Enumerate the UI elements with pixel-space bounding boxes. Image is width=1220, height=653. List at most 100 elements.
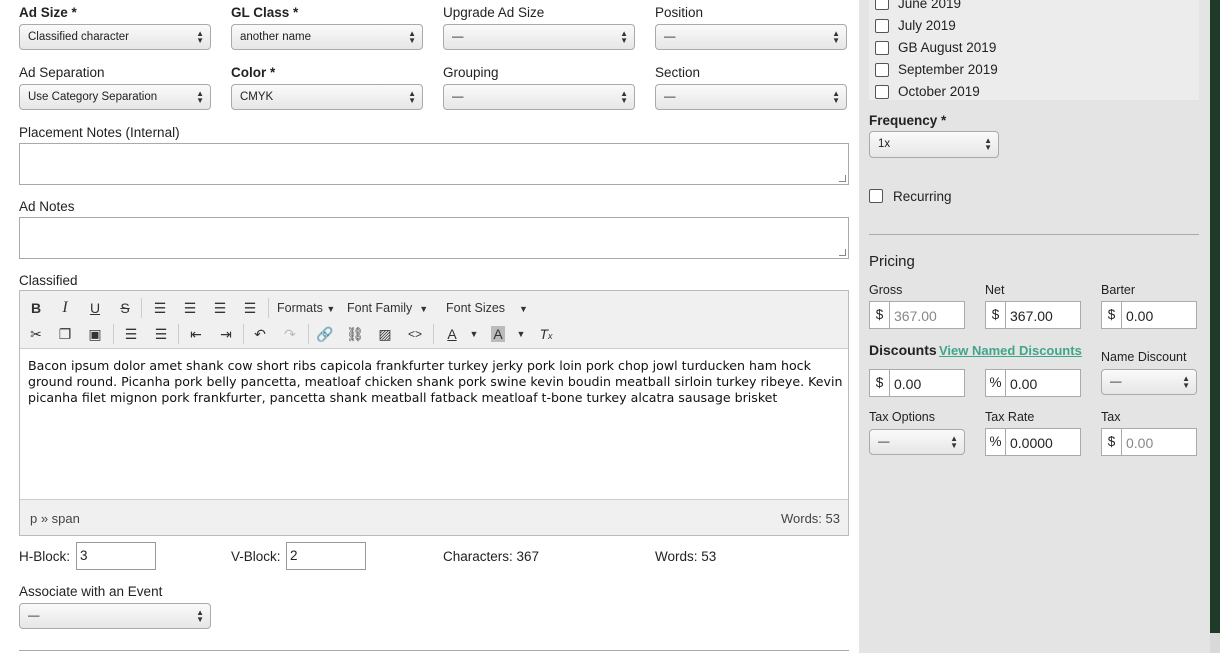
select-arrows-icon: ▲ ▼: [408, 89, 416, 105]
font-family-dropdown[interactable]: Font Family ▼: [347, 301, 428, 315]
outdent-icon[interactable]: ⇤: [185, 323, 207, 345]
strikethrough-icon[interactable]: S: [114, 297, 136, 319]
section-value: —: [664, 91, 676, 103]
net-field[interactable]: $ 367.00: [985, 301, 1081, 329]
align-right-icon[interactable]: ☰: [209, 297, 231, 319]
gl-class-select[interactable]: another name ▲ ▼: [231, 24, 423, 50]
pricing-title: Pricing: [869, 253, 915, 270]
select-arrows-icon: ▲ ▼: [620, 89, 628, 105]
frequency-select[interactable]: 1x ▲ ▼: [869, 131, 999, 158]
underline-icon[interactable]: U: [84, 297, 106, 319]
select-arrows-icon: ▲ ▼: [620, 29, 628, 45]
align-justify-icon[interactable]: ☰: [239, 297, 261, 319]
tax-rate-field[interactable]: % 0.0000: [985, 428, 1081, 456]
formats-dropdown[interactable]: Formats ▼: [277, 301, 335, 315]
toolbar-divider: [178, 324, 179, 344]
discount-amount-field[interactable]: $ 0.00: [869, 369, 965, 397]
view-named-discounts-link[interactable]: View Named Discounts: [939, 343, 1082, 358]
unlink-icon[interactable]: ⛓: [344, 323, 366, 345]
bullet-list-icon[interactable]: ☰: [120, 323, 142, 345]
clear-formatting-icon[interactable]: Tx: [535, 323, 557, 345]
position-select[interactable]: — ▲ ▼: [655, 24, 847, 50]
ad-details-form: Ad Size * Classified character ▲ ▼ GL Cla…: [0, 0, 859, 653]
cut-icon[interactable]: ✂: [25, 323, 47, 345]
recurring-checkbox[interactable]: [869, 189, 883, 203]
caret-down-icon[interactable]: ▼: [510, 323, 532, 345]
discount-percent-value: 0.00: [1010, 376, 1038, 392]
grouping-label: Grouping: [443, 65, 499, 80]
indent-icon[interactable]: ⇥: [215, 323, 237, 345]
background-color-icon[interactable]: A: [491, 326, 505, 342]
ad-separation-select[interactable]: Use Category Separation ▲ ▼: [19, 84, 211, 110]
italic-icon[interactable]: I: [54, 297, 76, 319]
tax-options-label: Tax Options: [869, 410, 936, 424]
frequency-value: 1x: [878, 138, 891, 150]
toolbar-divider: [433, 324, 434, 344]
month-checkbox[interactable]: [875, 85, 889, 99]
percent-prefix: %: [986, 429, 1006, 455]
caret-down-icon[interactable]: ▼: [463, 323, 485, 345]
hblock-label: H-Block:: [19, 549, 71, 564]
month-checkbox[interactable]: [875, 19, 889, 33]
paste-icon[interactable]: ▣: [84, 323, 106, 345]
align-left-icon[interactable]: ☰: [149, 297, 171, 319]
code-icon[interactable]: <>: [404, 323, 426, 345]
gross-field[interactable]: $ 367.00: [869, 301, 965, 329]
font-sizes-dropdown[interactable]: Font Sizes ▼: [446, 301, 528, 315]
tax-field[interactable]: $ 0.00: [1101, 428, 1197, 456]
redo-icon[interactable]: ↷: [279, 323, 301, 345]
text-color-icon[interactable]: A: [441, 323, 463, 345]
grouping-select[interactable]: — ▲ ▼: [443, 84, 635, 110]
name-discount-select[interactable]: — ▲ ▼: [1101, 369, 1197, 395]
select-arrows-icon: ▲ ▼: [196, 29, 204, 45]
numbered-list-icon[interactable]: ☰: [150, 323, 172, 345]
link-icon[interactable]: 🔗: [314, 323, 336, 345]
percent-prefix: %: [986, 370, 1006, 396]
month-checkbox[interactable]: [875, 63, 889, 77]
hblock-input[interactable]: 3: [76, 542, 156, 570]
ad-size-value: Classified character: [28, 31, 129, 43]
toolbar-divider: [243, 324, 244, 344]
editor-content[interactable]: Bacon ipsum dolor amet shank cow short r…: [28, 358, 843, 406]
ad-notes-textarea[interactable]: [19, 217, 849, 259]
select-arrows-icon: ▲ ▼: [196, 89, 204, 105]
month-label: July 2019: [898, 18, 956, 33]
event-select[interactable]: — ▲ ▼: [19, 603, 211, 629]
classified-label: Classified: [19, 273, 78, 288]
vblock-input[interactable]: 2: [286, 542, 366, 570]
tax-options-value: —: [878, 436, 890, 448]
font-sizes-label: Font Sizes: [446, 301, 506, 315]
align-center-icon[interactable]: ☰: [179, 297, 201, 319]
upgrade-ad-size-select[interactable]: — ▲ ▼: [443, 24, 635, 50]
placement-notes-textarea[interactable]: [19, 143, 849, 185]
toolbar-divider: [113, 324, 114, 344]
image-icon[interactable]: ▨: [374, 323, 396, 345]
bold-icon[interactable]: B: [25, 297, 47, 319]
event-label: Associate with an Event: [19, 584, 163, 599]
ad-separation-value: Use Category Separation: [28, 91, 158, 103]
barter-field[interactable]: $ 0.00: [1101, 301, 1197, 329]
color-select[interactable]: CMYK ▲ ▼: [231, 84, 423, 110]
event-value: —: [28, 610, 40, 622]
discount-percent-field[interactable]: % 0.00: [985, 369, 1081, 397]
upgrade-ad-size-label: Upgrade Ad Size: [443, 5, 545, 20]
resize-grip-icon[interactable]: [839, 249, 846, 256]
ad-size-select[interactable]: Classified character ▲ ▼: [19, 24, 211, 50]
undo-icon[interactable]: ↶: [249, 323, 271, 345]
tax-options-select[interactable]: — ▲ ▼: [869, 429, 965, 455]
dollar-prefix: $: [870, 370, 890, 396]
gl-class-label: GL Class *: [231, 5, 299, 20]
copy-icon[interactable]: ❐: [54, 323, 76, 345]
vblock-label: V-Block:: [231, 549, 281, 564]
month-label: September 2019: [898, 62, 998, 77]
resize-grip-icon[interactable]: [839, 175, 846, 182]
section-select[interactable]: — ▲ ▼: [655, 84, 847, 110]
gross-value: 367.00: [894, 308, 937, 324]
month-checkbox[interactable]: [875, 0, 889, 10]
issue-month-list[interactable]: June 2019 July 2019 GB August 2019 Septe…: [869, 0, 1199, 100]
element-path[interactable]: p » span: [30, 511, 80, 526]
tax-label: Tax: [1101, 410, 1121, 424]
dollar-prefix: $: [1102, 302, 1122, 328]
toolbar-divider: [141, 298, 142, 318]
month-checkbox[interactable]: [875, 41, 889, 55]
